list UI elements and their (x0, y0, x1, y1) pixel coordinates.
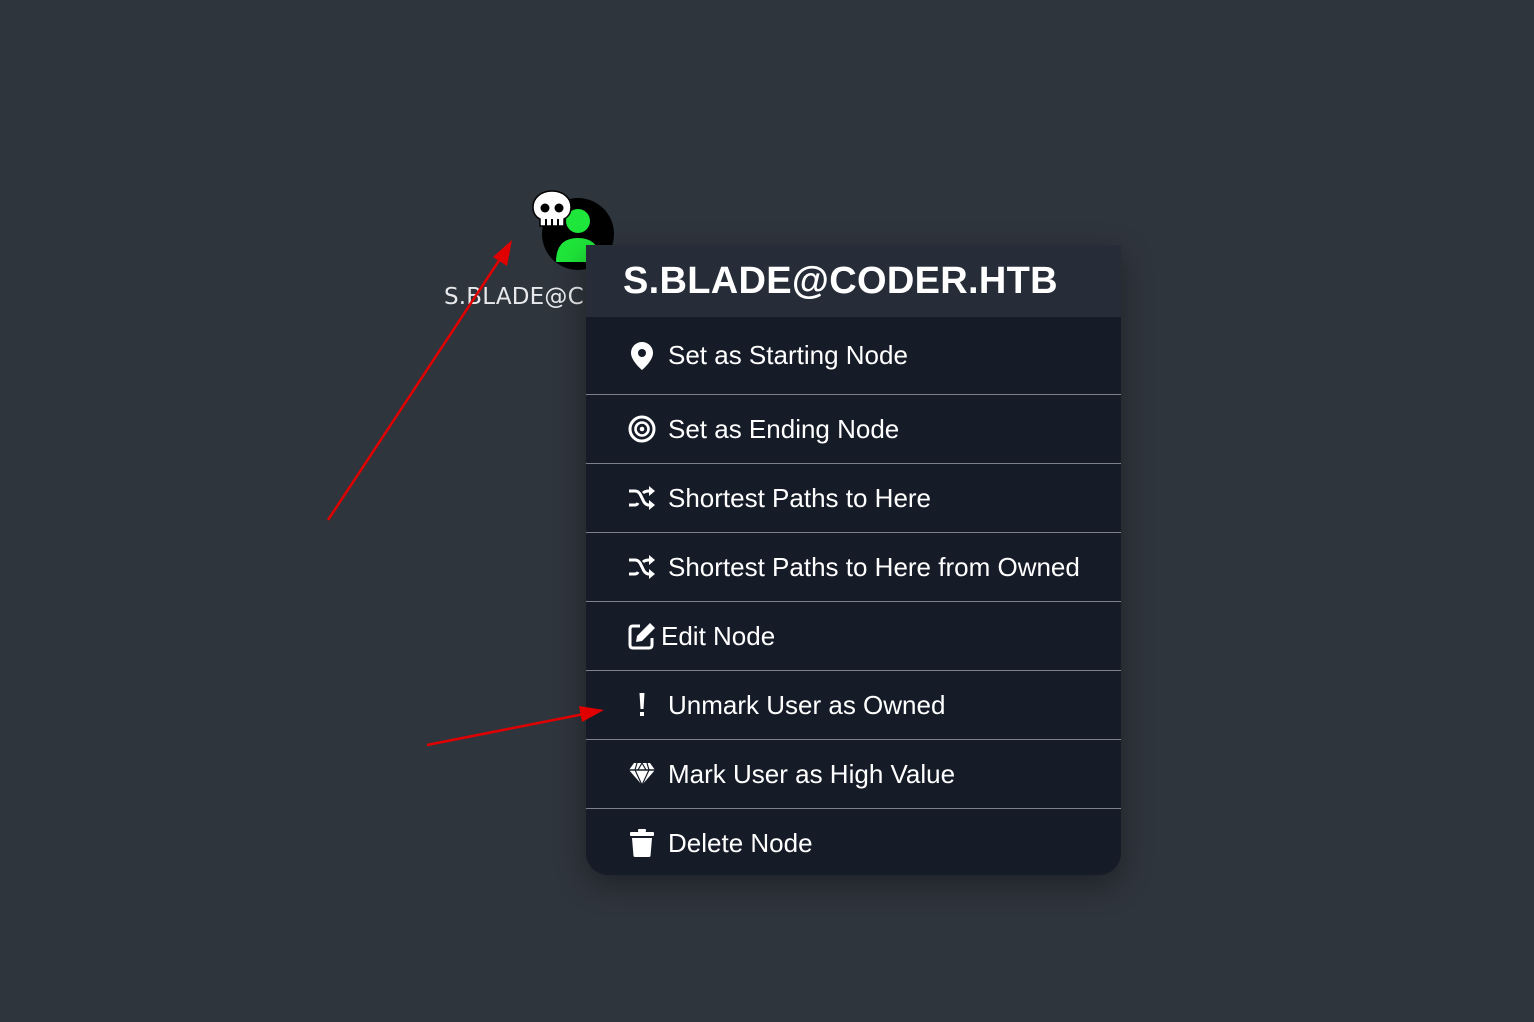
skull-icon (532, 190, 572, 227)
menu-item-label: Delete Node (668, 827, 813, 858)
shuffle-icon (628, 484, 656, 512)
menu-item-label: Set as Starting Node (668, 340, 908, 370)
menu-item-unmark-owned[interactable]: Unmark User as Owned (586, 670, 1121, 739)
trash-icon (628, 829, 656, 857)
menu-item-label: Set as Ending Node (668, 413, 900, 444)
menu-item-set-ending-node[interactable]: Set as Ending Node (586, 394, 1121, 463)
shuffle-icon (628, 553, 656, 581)
menu-item-label: Shortest Paths to Here (668, 482, 932, 513)
node-label: S.BLADE@C (444, 284, 584, 310)
menu-item-delete-node[interactable]: Delete Node (586, 808, 1121, 875)
exclamation-icon (628, 691, 656, 719)
menu-item-edit-node[interactable]: Edit Node (586, 601, 1121, 670)
bullseye-icon (628, 415, 656, 443)
menu-item-shortest-paths-to-here[interactable]: Shortest Paths to Here (586, 463, 1121, 532)
menu-item-label: Unmark User as Owned (668, 689, 946, 720)
edit-icon (628, 622, 656, 650)
menu-item-mark-high-value[interactable]: Mark User as High Value (586, 739, 1121, 808)
node-context-menu: S.BLADE@CODER.HTB Set as Starting Node S… (586, 245, 1121, 875)
menu-item-set-starting-node[interactable]: Set as Starting Node (586, 317, 1121, 394)
menu-item-label: Edit Node (661, 620, 776, 651)
map-marker-icon (628, 341, 656, 370)
menu-item-shortest-paths-from-owned[interactable]: Shortest Paths to Here from Owned (586, 532, 1121, 601)
context-menu-title: S.BLADE@CODER.HTB (623, 259, 1058, 302)
diamond-icon (628, 760, 656, 788)
context-menu-header: S.BLADE@CODER.HTB (586, 245, 1121, 317)
menu-item-label: Mark User as High Value (668, 758, 956, 789)
menu-item-label: Shortest Paths to Here from Owned (668, 551, 1080, 582)
